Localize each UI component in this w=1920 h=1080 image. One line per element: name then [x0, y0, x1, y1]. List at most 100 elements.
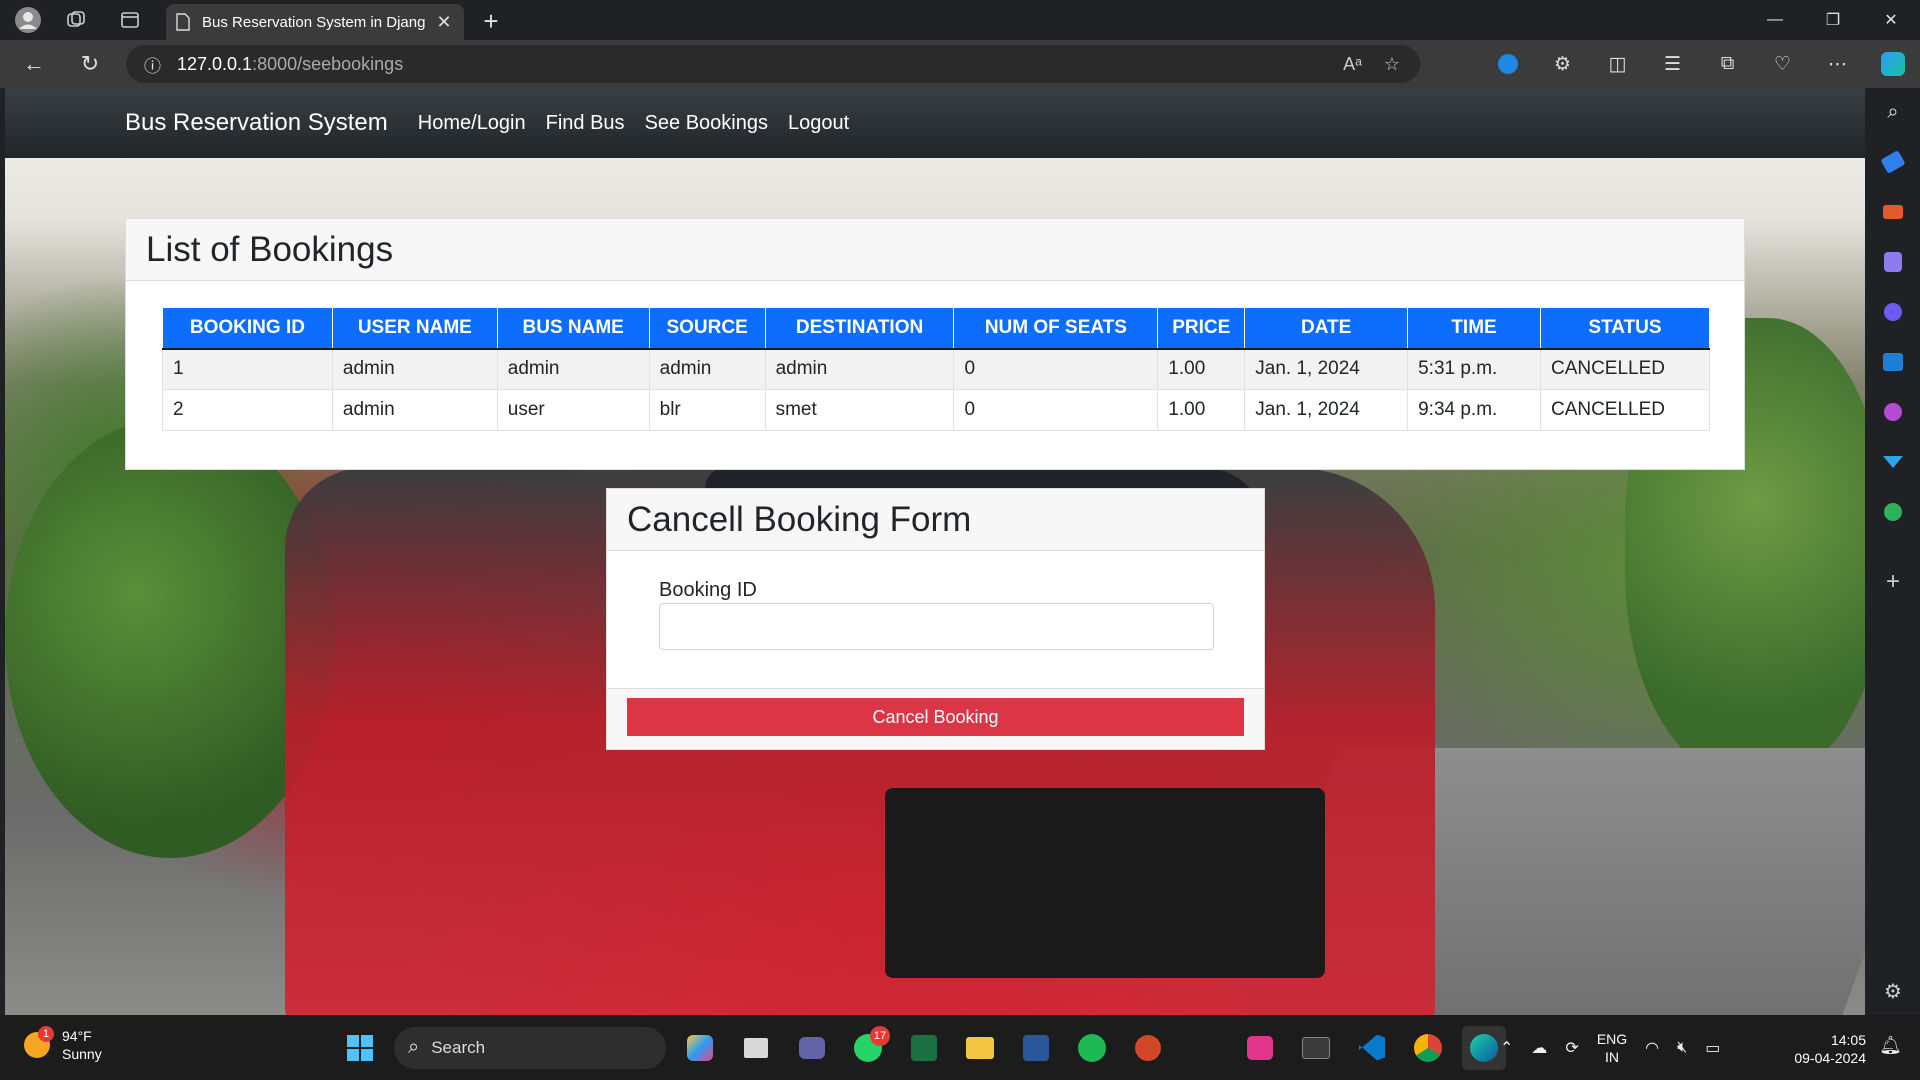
- taskbar-apps: ⌕ Search 17: [338, 1015, 1506, 1080]
- clock-date: 09-04-2024: [1794, 1050, 1866, 1066]
- close-window-icon[interactable]: ✕: [1862, 0, 1920, 40]
- favorite-star-icon[interactable]: ☆: [1384, 54, 1400, 75]
- system-tray: ⌃ ☁ ⟳ ENG IN ◠ 🔇︎ ▭: [1500, 1015, 1720, 1080]
- booking-id-input[interactable]: [659, 603, 1214, 650]
- extension-blue-icon[interactable]: [1480, 40, 1535, 88]
- language-indicator[interactable]: ENG IN: [1597, 1030, 1627, 1066]
- table-row: 1 admin admin admin admin 0 1.00 Jan. 1,…: [162, 348, 1711, 390]
- tray-chevron-up-icon[interactable]: ⌃: [1500, 1038, 1513, 1058]
- close-tab-icon[interactable]: ✕: [434, 12, 454, 33]
- browser-tab-bar: Bus Reservation System in Djang ✕ + — ❐ …: [0, 0, 1920, 40]
- workspaces-icon[interactable]: [58, 2, 94, 38]
- col-bus-name: BUS NAME: [496, 307, 650, 350]
- whatsapp-icon[interactable]: 17: [846, 1025, 890, 1070]
- sidebar-tree-icon[interactable]: [1873, 492, 1913, 532]
- site-brand[interactable]: Bus Reservation System: [125, 109, 388, 137]
- nav-link-home-login[interactable]: Home/Login: [418, 112, 526, 135]
- vscode-icon[interactable]: [1350, 1026, 1394, 1070]
- read-aloud-icon[interactable]: Aᵃ: [1343, 54, 1362, 75]
- sidebar-outlook-icon[interactable]: [1873, 342, 1913, 382]
- spotify-icon[interactable]: [1070, 1026, 1114, 1070]
- sidebar-settings-icon[interactable]: ⚙: [1873, 971, 1913, 1011]
- sidebar-send-icon[interactable]: [1873, 442, 1913, 482]
- sidebar-games-icon[interactable]: [1873, 242, 1913, 282]
- cell-booking-id: 1: [162, 348, 333, 390]
- clipchamp-icon[interactable]: [1238, 1026, 1282, 1070]
- collections-icon[interactable]: ⧉: [1700, 40, 1755, 88]
- taskbar-search[interactable]: ⌕ Search: [394, 1026, 666, 1069]
- cell-date: Jan. 1, 2024: [1244, 348, 1409, 390]
- copilot-app-icon[interactable]: [678, 1026, 722, 1070]
- cell-date: Jan. 1, 2024: [1244, 389, 1409, 431]
- split-screen-icon[interactable]: ◫: [1590, 40, 1645, 88]
- extensions-icon[interactable]: ⚙: [1535, 40, 1590, 88]
- teams-icon[interactable]: [790, 1026, 834, 1070]
- cell-destination: admin: [764, 348, 955, 390]
- table-header-row: BOOKING ID USER NAME BUS NAME SOURCE DES…: [162, 307, 1711, 350]
- sidebar-tools-icon[interactable]: [1873, 192, 1913, 232]
- windows-taskbar: 1 94°F Sunny ⌕ Search 17 ⌃ ☁ ⟳ ENG IN ◠ …: [0, 1015, 1920, 1080]
- url-host: 127.0.0.1: [177, 53, 253, 74]
- sidebar-copilot-icon[interactable]: [1873, 292, 1913, 332]
- onedrive-icon[interactable]: ☁: [1531, 1038, 1547, 1058]
- bookings-title: List of Bookings: [126, 219, 1744, 281]
- back-icon[interactable]: ←: [10, 44, 58, 84]
- cell-num-seats: 0: [953, 348, 1159, 390]
- cell-status: CANCELLED: [1539, 348, 1711, 390]
- file-explorer-icon[interactable]: [958, 1026, 1002, 1070]
- cell-source: admin: [648, 348, 766, 390]
- browser-tab-active[interactable]: Bus Reservation System in Djang ✕: [166, 4, 464, 40]
- sidebar-shopping-icon[interactable]: [1873, 142, 1913, 182]
- new-tab-button[interactable]: +: [474, 6, 508, 36]
- address-bar[interactable]: ⓘ 127.0.0.1:8000/seebookings Aᵃ ☆: [126, 45, 1420, 83]
- site-info-icon[interactable]: ⓘ: [144, 52, 161, 77]
- tab-actions-icon[interactable]: [112, 2, 148, 38]
- nav-link-find-bus[interactable]: Find Bus: [546, 112, 625, 135]
- task-view-icon[interactable]: [734, 1026, 778, 1070]
- cell-booking-id: 2: [162, 389, 333, 431]
- volume-muted-icon[interactable]: 🔇︎: [1677, 1039, 1687, 1057]
- powerpoint-icon[interactable]: [1126, 1026, 1170, 1070]
- sidebar-designer-icon[interactable]: [1873, 392, 1913, 432]
- excel-icon[interactable]: [902, 1026, 946, 1070]
- tab-title: Bus Reservation System in Djang: [202, 13, 426, 31]
- cell-time: 9:34 p.m.: [1407, 389, 1541, 431]
- favorites-icon[interactable]: ☰: [1645, 40, 1700, 88]
- col-status: STATUS: [1539, 307, 1711, 350]
- lang-bottom: IN: [1604, 1048, 1619, 1065]
- weather-widget[interactable]: 1 94°F Sunny: [24, 1026, 102, 1063]
- minimize-icon[interactable]: —: [1746, 0, 1804, 40]
- cell-price: 1.00: [1157, 348, 1246, 390]
- nav-links: Home/Login Find Bus See Bookings Logout: [418, 112, 849, 135]
- wifi-icon[interactable]: ◠: [1645, 1038, 1659, 1058]
- cell-price: 1.00: [1157, 389, 1246, 431]
- col-time: TIME: [1407, 307, 1541, 350]
- battery-icon[interactable]: ▭: [1705, 1038, 1720, 1058]
- booking-id-label: Booking ID: [659, 579, 757, 601]
- more-menu-icon[interactable]: ⋯: [1810, 40, 1865, 88]
- browser-essentials-icon[interactable]: ♡: [1755, 40, 1810, 88]
- sync-icon[interactable]: ⟳: [1565, 1038, 1578, 1058]
- cancel-booking-button[interactable]: Cancel Booking: [627, 698, 1244, 736]
- nav-link-logout[interactable]: Logout: [788, 112, 849, 135]
- site-navbar: Bus Reservation System Home/Login Find B…: [5, 88, 1865, 158]
- chrome-icon[interactable]: [1406, 1026, 1450, 1070]
- page-viewport: Bus Reservation System Home/Login Find B…: [5, 88, 1865, 1015]
- cell-destination: smet: [764, 389, 955, 431]
- restore-icon[interactable]: ❐: [1804, 0, 1862, 40]
- cell-time: 5:31 p.m.: [1407, 348, 1541, 390]
- nav-link-see-bookings[interactable]: See Bookings: [645, 112, 768, 135]
- profile-icon[interactable]: [10, 2, 46, 38]
- terminal-icon[interactable]: [1294, 1026, 1338, 1070]
- sidebar-search-icon[interactable]: ⌕: [1873, 92, 1913, 132]
- refresh-icon[interactable]: ↻: [66, 44, 114, 84]
- notification-bell-icon[interactable]: 🔔︎: [1879, 1035, 1902, 1056]
- taskbar-clock[interactable]: 14:05 09-04-2024: [1794, 1031, 1866, 1067]
- sun-icon: 1: [24, 1026, 54, 1058]
- word-icon[interactable]: [1014, 1026, 1058, 1070]
- sidebar-add-icon[interactable]: +: [1873, 562, 1913, 602]
- cell-bus-name: user: [496, 389, 650, 431]
- copilot-icon[interactable]: [1865, 40, 1920, 88]
- col-date: DATE: [1244, 307, 1409, 350]
- start-button-icon[interactable]: [338, 1026, 382, 1070]
